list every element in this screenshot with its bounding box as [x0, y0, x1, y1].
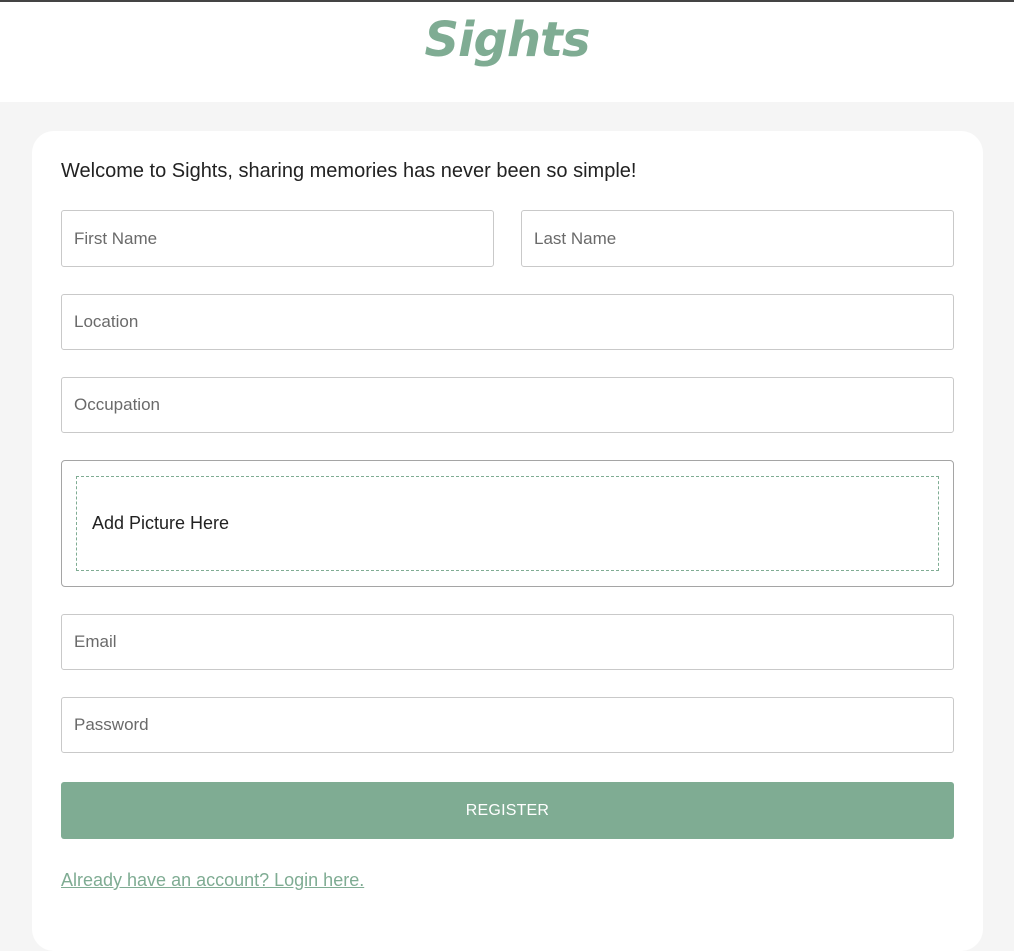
picture-upload-box[interactable]: Add Picture Here [61, 460, 954, 587]
email-input[interactable] [61, 614, 954, 670]
picture-dropzone-label: Add Picture Here [92, 513, 230, 533]
login-link[interactable]: Already have an account? Login here. [61, 870, 364, 891]
occupation-input[interactable] [61, 377, 954, 433]
welcome-message: Welcome to Sights, sharing memories has … [61, 160, 637, 182]
app-logo[interactable]: Sights [424, 12, 590, 68]
last-name-input[interactable] [521, 210, 954, 267]
picture-dropzone[interactable]: Add Picture Here [76, 476, 939, 571]
first-name-input[interactable] [61, 210, 494, 267]
register-button[interactable]: REGISTER [61, 782, 954, 839]
password-input[interactable] [61, 697, 954, 753]
app-header: Sights [0, 2, 1014, 102]
location-input[interactable] [61, 294, 954, 350]
